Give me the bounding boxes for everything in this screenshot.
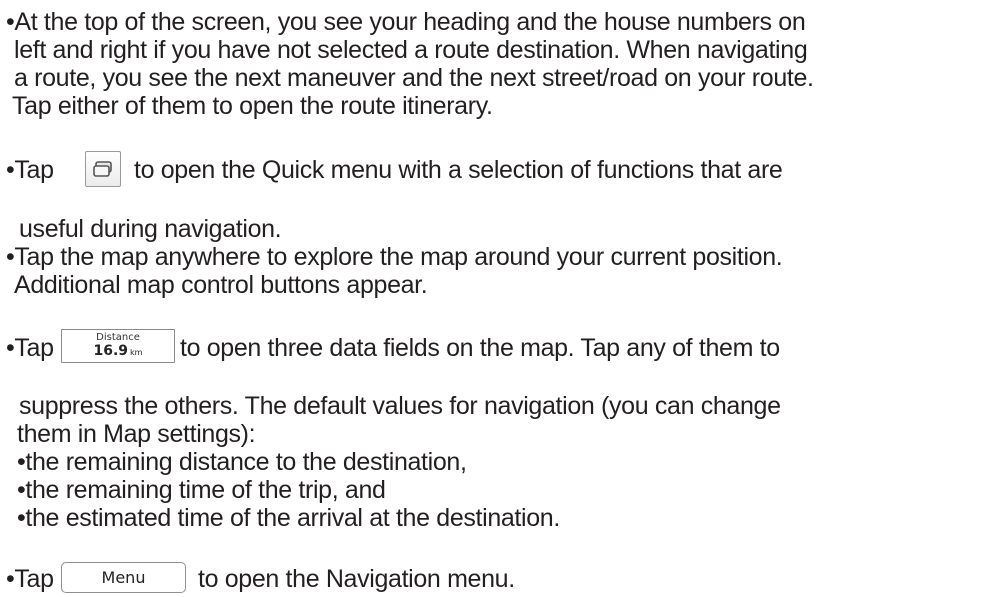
paragraph4-bullet-distance: •the remaining distance to the destinati… (17, 448, 467, 476)
distance-unit: km (130, 348, 143, 357)
paragraph2-suffix: to open the Quick menu with a selection … (134, 156, 783, 184)
paragraph1-line-4: Tap either of them to open the route iti… (12, 92, 493, 120)
paragraph1-line-1: •At the top of the screen, you see your … (6, 8, 806, 36)
distance-data-field-button[interactable]: Distance 16.9 km (61, 329, 175, 363)
paragraph4-bullet-time: •the remaining time of the trip, and (17, 476, 386, 504)
paragraph4-line-3: them in Map settings): (17, 420, 256, 448)
paragraph2-continuation: useful during navigation. (19, 215, 282, 243)
paragraph5-suffix: to open the Navigation menu. (198, 565, 515, 593)
paragraph4-bullet-eta: •the estimated time of the arrival at th… (17, 504, 560, 532)
distance-label: Distance (96, 332, 140, 343)
distance-value: 16.9 (93, 343, 129, 359)
paragraph1-line-2: left and right if you have not selected … (14, 36, 808, 64)
paragraph4-prefix: •Tap (6, 334, 54, 362)
paragraph2-prefix: •Tap (6, 156, 54, 184)
paragraph3-line-2: Additional map control buttons appear. (14, 271, 428, 299)
paragraph5-prefix: •Tap (6, 565, 54, 593)
paragraph4-line-2: suppress the others. The default values … (19, 392, 781, 420)
document-page: •At the top of the screen, you see your … (0, 0, 992, 597)
paragraph4-suffix: to open three data fields on the map. Ta… (180, 334, 780, 362)
quick-menu-button[interactable] (85, 151, 121, 187)
quick-menu-icon (93, 161, 112, 177)
distance-value-group: 16.9 km (62, 343, 174, 361)
menu-button[interactable]: Menu (61, 562, 186, 593)
paragraph1-line-3: a route, you see the next maneuver and t… (14, 64, 814, 92)
paragraph3-line-1: •Tap the map anywhere to explore the map… (6, 243, 783, 271)
